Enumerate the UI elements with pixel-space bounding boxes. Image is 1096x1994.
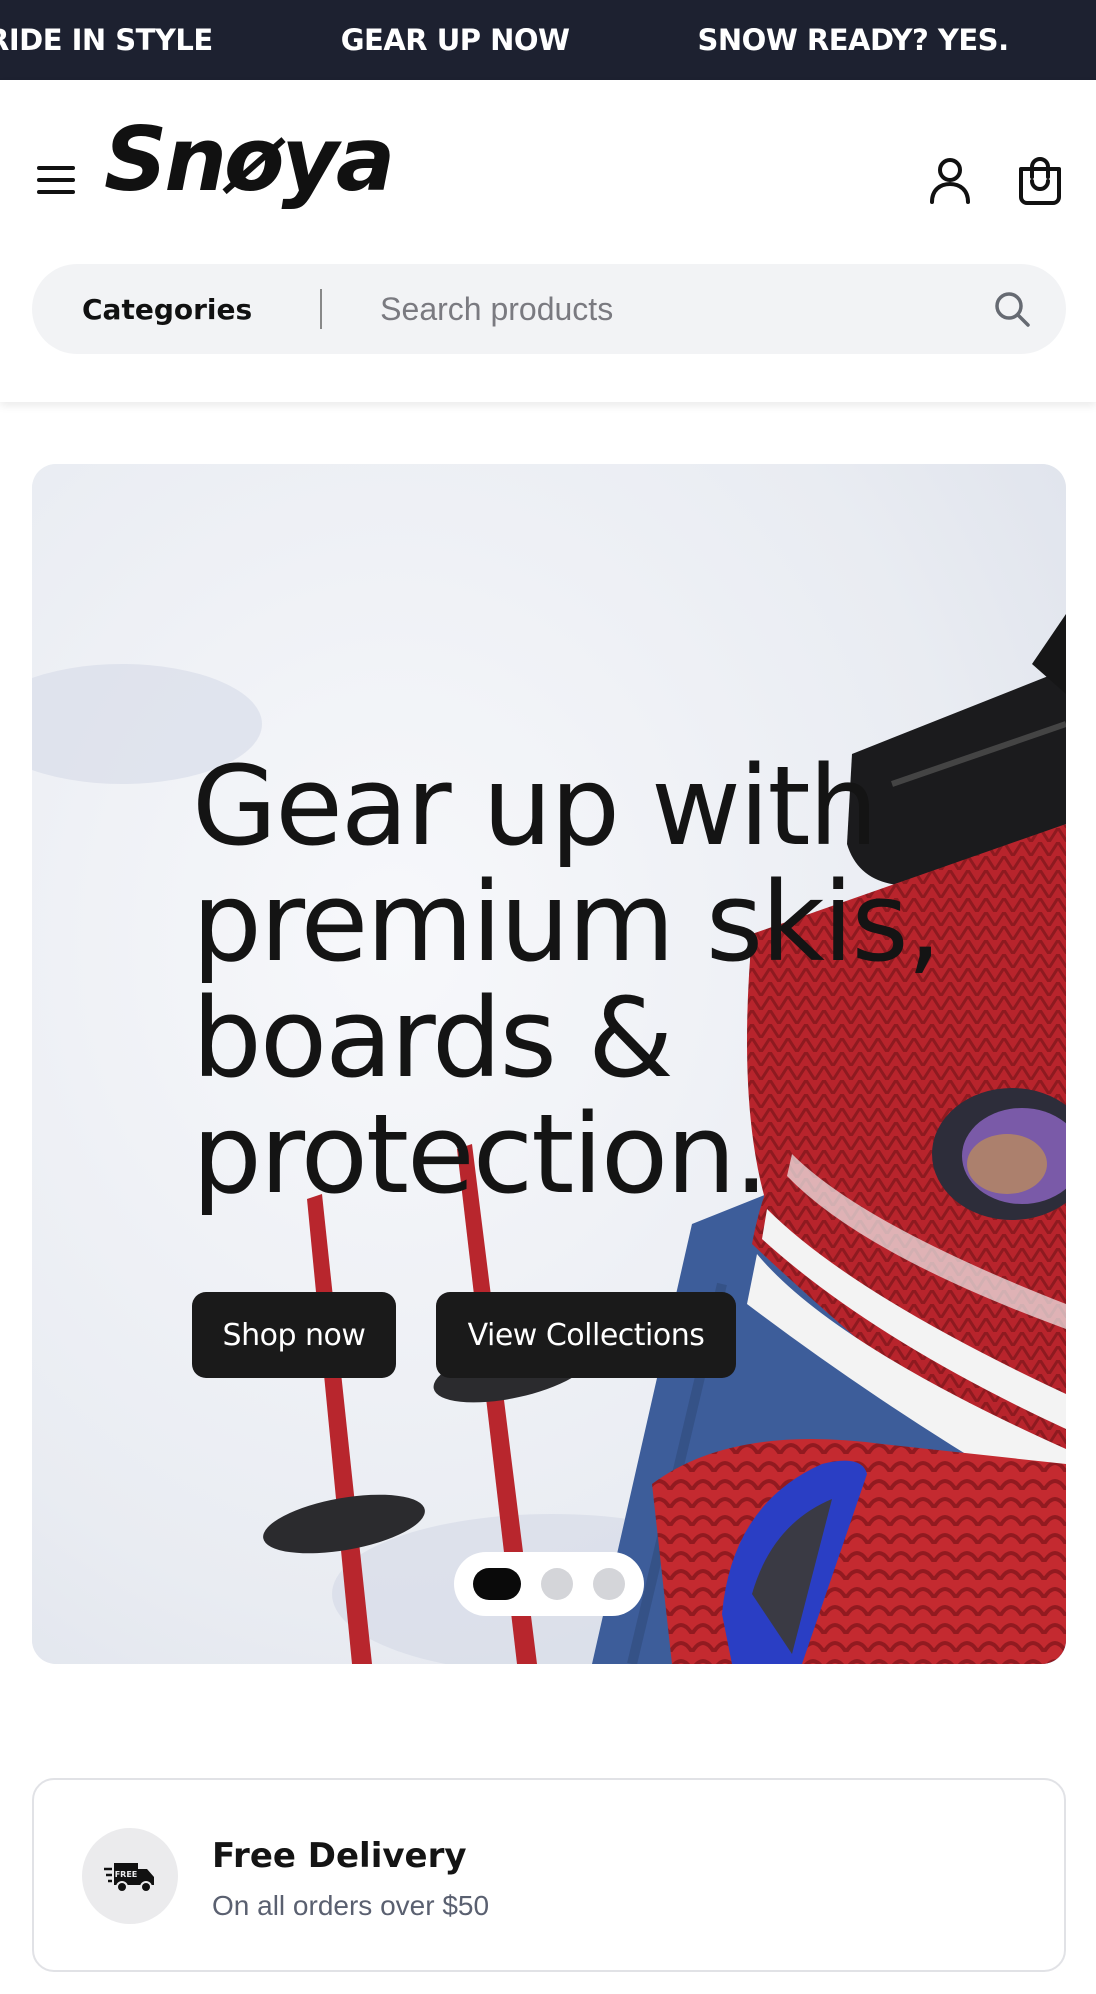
- carousel-dot-2[interactable]: [541, 1568, 573, 1600]
- hero-headline: Gear up with premium skis, boards & prot…: [192, 742, 942, 1218]
- announcement-item: GEAR UP NOW: [340, 23, 570, 57]
- carousel-dot-1[interactable]: [473, 1568, 521, 1600]
- announcement-item: SNOW READY? YES.: [697, 23, 1010, 57]
- hero-banner: Gear up with premium skis, boards & prot…: [32, 464, 1066, 1664]
- announcement-bar: RIDE IN STYLE GEAR UP NOW SNOW READY? YE…: [0, 0, 1096, 80]
- feature-title: Free Delivery: [212, 1836, 467, 1876]
- feature-subtitle: On all orders over $50: [212, 1890, 490, 1921]
- delivery-truck-graphic: FREE: [104, 1863, 154, 1893]
- carousel-dot-3[interactable]: [593, 1568, 625, 1600]
- view-collections-button[interactable]: View Collections: [436, 1292, 736, 1378]
- delivery-truck-icon: FREE: [82, 1828, 178, 1924]
- site-header: Snøya Categories: [0, 80, 1096, 402]
- announcement-track: RIDE IN STYLE GEAR UP NOW SNOW READY? YE…: [0, 0, 1096, 80]
- search-icon[interactable]: [982, 279, 1042, 339]
- site-logo[interactable]: Snøya: [104, 116, 395, 204]
- search-bar: Categories: [32, 264, 1066, 354]
- user-icon[interactable]: [920, 150, 980, 210]
- hamburger-menu-icon[interactable]: [32, 156, 80, 204]
- categories-dropdown[interactable]: Categories: [82, 293, 252, 326]
- svg-text:FREE: FREE: [115, 1870, 138, 1879]
- carousel-pagination: [454, 1552, 644, 1616]
- shop-now-button[interactable]: Shop now: [192, 1292, 396, 1378]
- shopping-bag-icon[interactable]: [1010, 150, 1070, 210]
- search-divider: [320, 289, 323, 329]
- announcement-item: RIDE IN STYLE: [0, 23, 213, 57]
- free-delivery-card: FREE Free Delivery On all orders over $5…: [32, 1778, 1066, 1972]
- search-input[interactable]: [378, 289, 982, 329]
